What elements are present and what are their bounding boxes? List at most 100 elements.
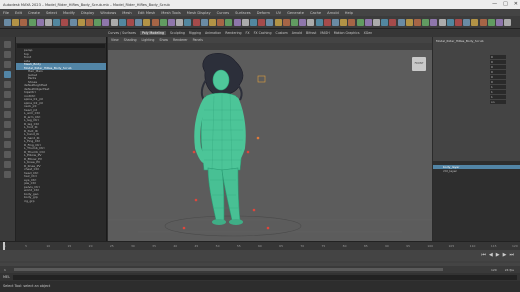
shelf-tab[interactable]: FX	[246, 31, 250, 35]
menu-item-curves[interactable]: Curves	[217, 11, 229, 15]
viewport-menu-show[interactable]: Show	[159, 38, 168, 42]
channel-value[interactable]: on	[490, 100, 506, 104]
toolbox-tool-icon[interactable]	[4, 111, 11, 118]
menu-item-generate[interactable]: Generate	[287, 11, 304, 15]
shelf-tool-icon[interactable]	[323, 19, 331, 26]
minimize-button[interactable]: —	[492, 1, 497, 7]
menu-item-edit[interactable]: Edit	[15, 11, 22, 15]
shelf-tab[interactable]: Motion Graphics	[334, 31, 360, 35]
shelf-tool-icon[interactable]	[102, 19, 110, 26]
shelf-tab[interactable]: Custom	[275, 31, 287, 35]
shelf-tool-icon[interactable]	[438, 19, 446, 26]
shelf-tab[interactable]: FX Caching	[254, 31, 272, 35]
shelf-tab[interactable]: Sculpting	[170, 31, 185, 35]
shelf-tab[interactable]: Rendering	[225, 31, 241, 35]
fps-select[interactable]: 24 fps	[505, 268, 514, 272]
menu-item-surfaces[interactable]: Surfaces	[235, 11, 251, 15]
toolbox-tool-icon[interactable]	[4, 131, 11, 138]
shelf-tool-icon[interactable]	[496, 19, 503, 26]
control-handle[interactable]	[252, 208, 256, 212]
shelf-tool-icon[interactable]	[61, 19, 69, 26]
shelf-tool-icon[interactable]	[446, 19, 454, 26]
menu-item-deform[interactable]: Deform	[257, 11, 270, 15]
range-track[interactable]	[13, 268, 443, 271]
close-button[interactable]: ✕	[514, 1, 518, 7]
layer-row[interactable]: ctrl_layer	[433, 169, 520, 173]
control-handle[interactable]	[182, 226, 186, 230]
viewport-menu-view[interactable]: View	[111, 38, 119, 42]
control-handle[interactable]	[256, 136, 260, 140]
toolbox-tool-icon[interactable]	[4, 71, 11, 78]
shelf-tab[interactable]: Arnold	[292, 31, 302, 35]
shelf-tool-icon[interactable]	[274, 19, 282, 26]
shelf-tab[interactable]: Poly Modeling	[139, 31, 167, 35]
control-handle[interactable]	[246, 150, 250, 154]
channel-value[interactable]: 1	[490, 90, 506, 94]
menu-item-mesh-tools[interactable]: Mesh Tools	[161, 11, 180, 15]
shelf-tool-icon[interactable]	[348, 19, 356, 26]
toolbox-tool-icon[interactable]	[4, 141, 11, 148]
shelf-tool-icon[interactable]	[53, 19, 61, 26]
viewport-menu-renderer[interactable]: Renderer	[173, 38, 188, 42]
shelf-tab[interactable]: MASH	[320, 31, 329, 35]
toolbox-tool-icon[interactable]	[4, 41, 11, 48]
shelf-tool-icon[interactable]	[364, 19, 372, 26]
shelf-tool-icon[interactable]	[45, 19, 52, 26]
step-back-icon[interactable]: ◀	[489, 252, 493, 258]
toolbox-tool-icon[interactable]	[4, 101, 11, 108]
view-cube[interactable]: FRONT	[412, 57, 426, 71]
shelf-tool-icon[interactable]	[20, 19, 28, 26]
viewport-menu-shading[interactable]: Shading	[124, 38, 137, 42]
toolbox-tool-icon[interactable]	[4, 81, 11, 88]
shelf-tool-icon[interactable]	[12, 19, 20, 26]
menu-item-modify[interactable]: Modify	[63, 11, 75, 15]
step-forward-icon[interactable]: ▶	[503, 252, 507, 258]
control-handle[interactable]	[194, 198, 198, 202]
toolbox-tool-icon[interactable]	[4, 91, 11, 98]
shelf-tool-icon[interactable]	[176, 19, 184, 26]
toolbox-tool-icon[interactable]	[4, 61, 11, 68]
mel-input[interactable]	[12, 274, 517, 280]
outliner-item[interactable]: rig_grp	[16, 200, 106, 204]
shelf-tool-icon[interactable]	[381, 19, 389, 26]
maximize-button[interactable]: □	[503, 1, 508, 7]
shelf-tool-icon[interactable]	[127, 19, 134, 26]
menu-item-cache[interactable]: Cache	[310, 11, 321, 15]
shelf-tab[interactable]: Bifrost	[306, 31, 316, 35]
shelf-tool-icon[interactable]	[110, 19, 118, 26]
shelf-tool-icon[interactable]	[118, 19, 126, 26]
channel-value[interactable]: 0	[490, 75, 506, 79]
toolbox-tool-icon[interactable]	[4, 171, 11, 178]
shelf-tool-icon[interactable]	[28, 19, 36, 26]
shelf-tool-icon[interactable]	[86, 19, 93, 26]
shelf-tool-icon[interactable]	[241, 19, 249, 26]
control-handle[interactable]	[192, 150, 196, 154]
shelf-tool-icon[interactable]	[77, 19, 85, 26]
shelf-tool-icon[interactable]	[69, 19, 77, 26]
menu-item-edit-mesh[interactable]: Edit Mesh	[138, 11, 156, 15]
toolbox-tool-icon[interactable]	[4, 151, 11, 158]
outliner-search-input[interactable]	[17, 44, 105, 48]
menu-item-select[interactable]: Select	[46, 11, 57, 15]
channel-value[interactable]: 0	[490, 55, 506, 59]
shelf-tool-icon[interactable]	[225, 19, 233, 26]
shelf-tool-icon[interactable]	[332, 19, 339, 26]
channel-value[interactable]: 1	[490, 85, 506, 89]
toolbox-tool-icon[interactable]	[4, 121, 11, 128]
shelf-tool-icon[interactable]	[340, 19, 348, 26]
menu-item-help[interactable]: Help	[345, 11, 353, 15]
viewport-menu-panels[interactable]: Panels	[193, 38, 203, 42]
shelf-tool-icon[interactable]	[504, 19, 512, 26]
toolbox-tool-icon[interactable]	[4, 51, 11, 58]
shelf-tool-icon[interactable]	[471, 19, 479, 26]
menu-item-mesh[interactable]: Mesh	[122, 11, 131, 15]
shelf-tool-icon[interactable]	[94, 19, 102, 26]
shelf-tool-icon[interactable]	[405, 19, 413, 26]
shelf-tab[interactable]: XGen	[364, 31, 373, 35]
shelf-tool-icon[interactable]	[389, 19, 397, 26]
shelf-tab[interactable]: Animation	[205, 31, 221, 35]
shelf-tab[interactable]: Curves / Surfaces	[108, 31, 136, 35]
play-icon[interactable]: ▶	[496, 252, 500, 258]
shelf-tool-icon[interactable]	[487, 19, 495, 26]
menu-item-windows[interactable]: Windows	[100, 11, 116, 15]
